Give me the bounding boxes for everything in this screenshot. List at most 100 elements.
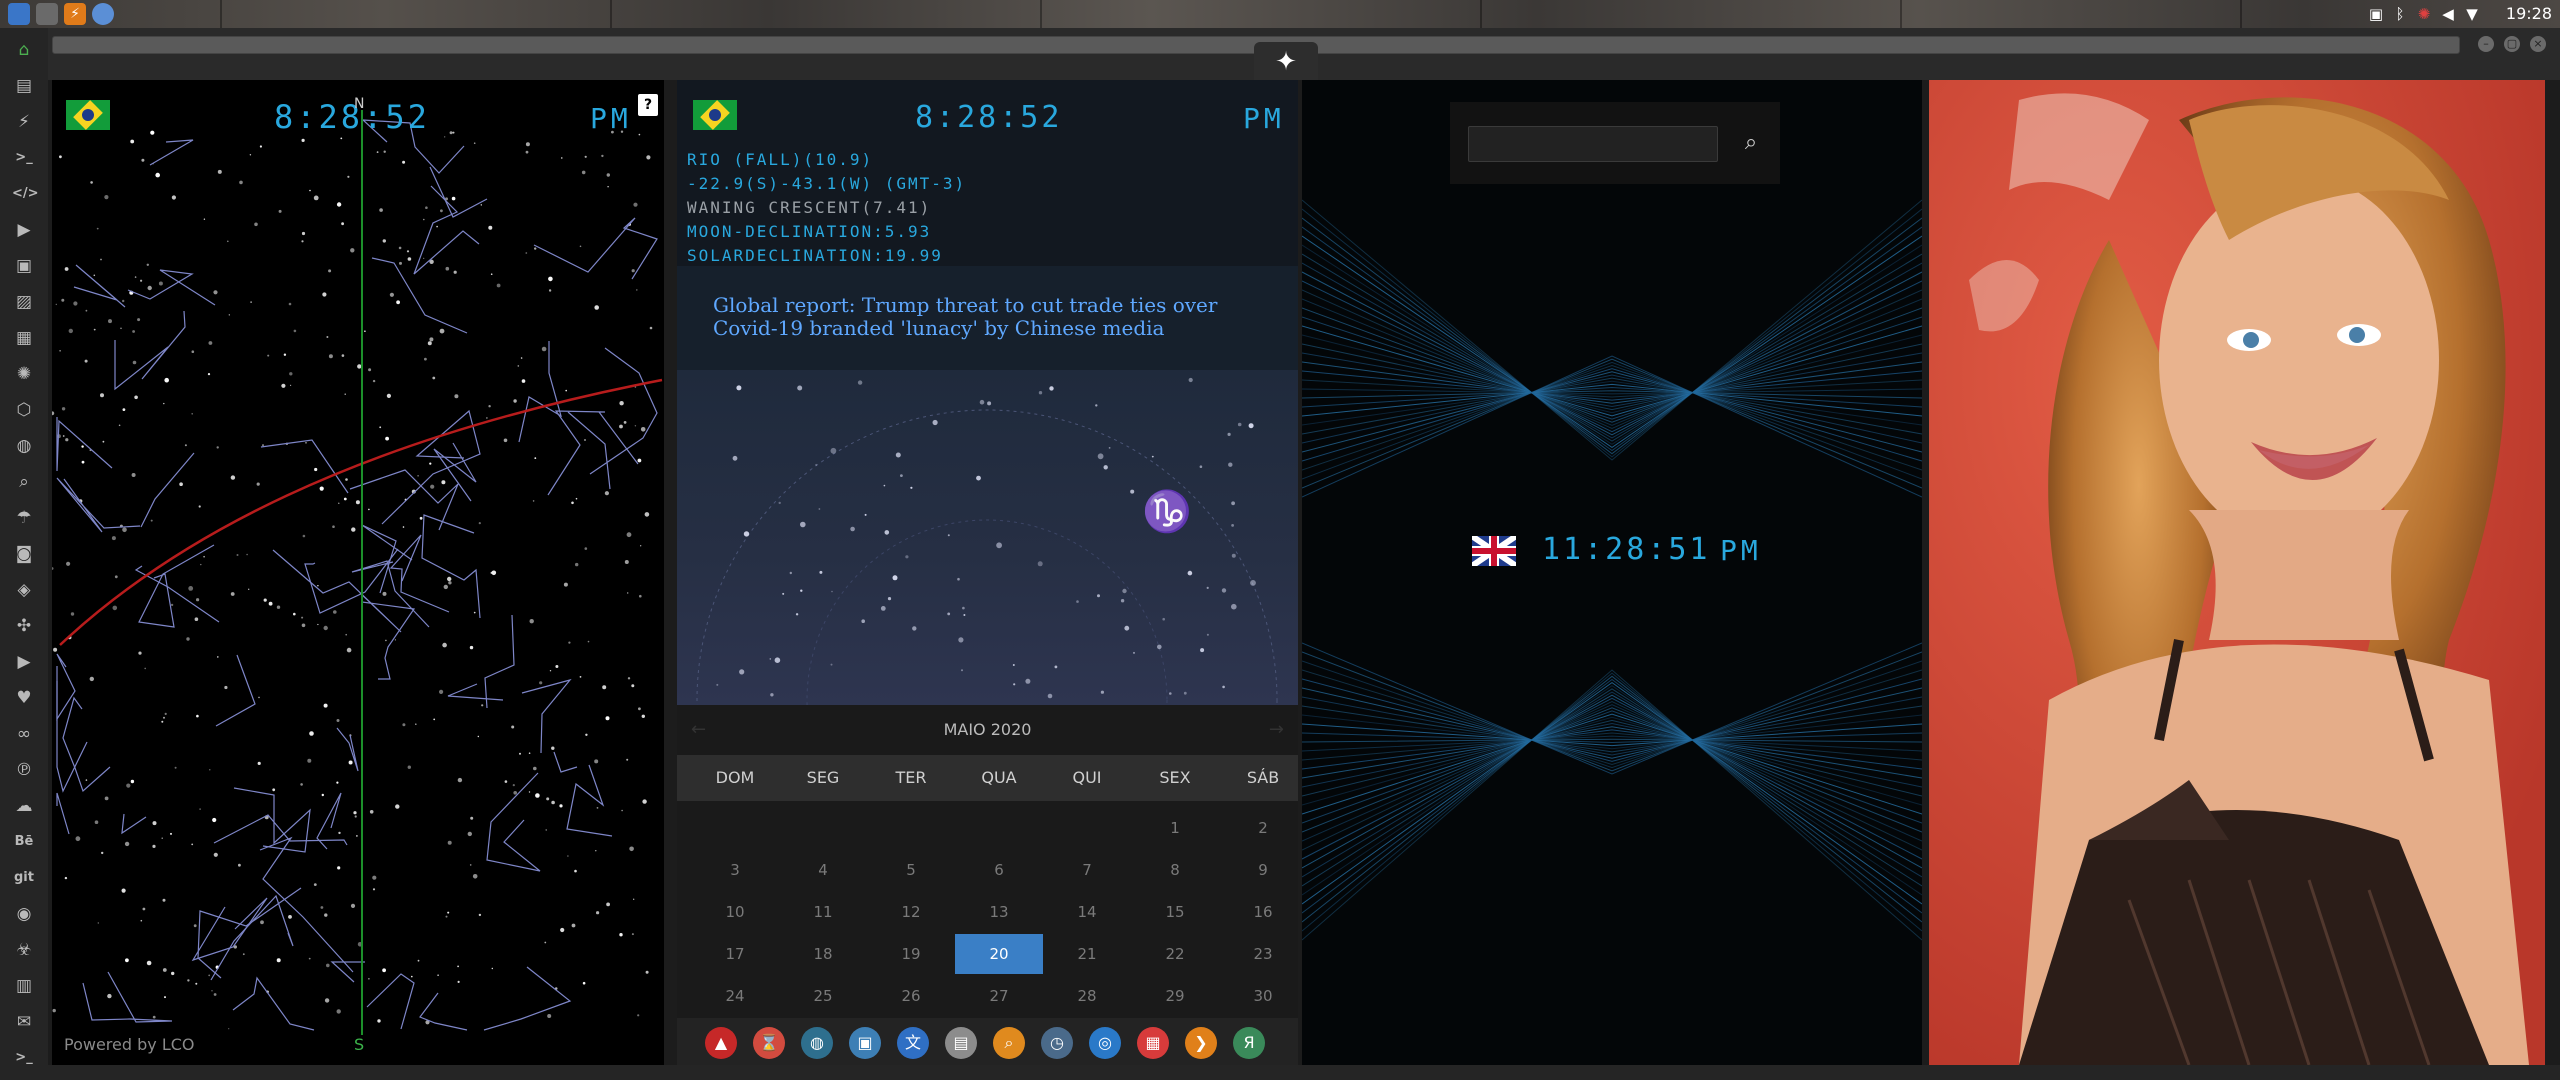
calendar-day[interactable]: 9	[1219, 850, 1298, 890]
arrow-app-icon[interactable]: ▲	[705, 1027, 737, 1059]
calendar-day[interactable]: 15	[1131, 892, 1219, 932]
calendar-day[interactable]: 27	[955, 976, 1043, 1016]
calendar-day[interactable]: 23	[1219, 934, 1298, 974]
launcher-terminal-icon[interactable]: >_	[12, 146, 36, 170]
hourglass-icon[interactable]: ⌛	[753, 1027, 785, 1059]
photo-app-icon[interactable]: ▣	[849, 1027, 881, 1059]
calendar-day[interactable]: 30	[1219, 976, 1298, 1016]
gear-icon[interactable]: ✺	[2414, 4, 2434, 24]
launcher-youtube-icon[interactable]: ▶	[12, 650, 36, 674]
calendar-day[interactable]: 12	[867, 892, 955, 932]
calendar-day[interactable]: 3	[691, 850, 779, 890]
launcher-search-icon[interactable]: ⌕	[12, 470, 36, 494]
launcher-tag-icon[interactable]: ◈	[12, 578, 36, 602]
launcher-image-icon[interactable]: ▨	[12, 290, 36, 314]
calendar-day[interactable]: 25	[779, 976, 867, 1016]
calendar-day[interactable]: 16	[1219, 892, 1298, 932]
translate-icon[interactable]: 文	[897, 1027, 929, 1059]
magnifier-app-icon[interactable]: ⌕	[993, 1027, 1025, 1059]
launcher-map-icon[interactable]: ▥	[12, 974, 36, 998]
launcher-cloud-icon[interactable]: ☁	[12, 794, 36, 818]
calendar-day[interactable]: 20	[955, 934, 1043, 974]
chrome-icon[interactable]	[92, 3, 114, 25]
launcher-home-icon[interactable]: ⌂	[12, 38, 36, 62]
calendar-day[interactable]: 11	[779, 892, 867, 932]
calendar-day[interactable]: 6	[955, 850, 1043, 890]
launcher-settings-icon[interactable]: ✺	[12, 362, 36, 386]
launcher-contacts-icon[interactable]: ◙	[12, 542, 36, 566]
powered-by-link[interactable]: Powered by LCO	[64, 1035, 195, 1054]
launcher-behance-icon[interactable]: Bē	[12, 830, 36, 854]
calendar-day[interactable]: 22	[1131, 934, 1219, 974]
system-clock[interactable]: 19:28	[2506, 4, 2552, 23]
search-input[interactable]	[1468, 126, 1718, 162]
news-app-icon[interactable]: ▤	[945, 1027, 977, 1059]
calendar-day[interactable]: 21	[1043, 934, 1131, 974]
calendar-prev-button[interactable]: ←	[691, 705, 706, 755]
news-headline-link[interactable]: Global report: Trump threat to cut trade…	[713, 294, 1273, 340]
calendar-day[interactable]: 5	[867, 850, 955, 890]
launcher-play-icon[interactable]: ▶	[12, 218, 36, 242]
search-box: ⌕	[1450, 102, 1780, 184]
minimize-button[interactable]: –	[2478, 36, 2494, 52]
volume-icon[interactable]: ◀	[2438, 4, 2458, 24]
launcher-heart-icon[interactable]: ♥	[12, 686, 36, 710]
calendar-app-icon[interactable]: ▦	[1137, 1027, 1169, 1059]
calendar-day[interactable]: 4	[779, 850, 867, 890]
calendar-day[interactable]: 1	[1131, 808, 1219, 848]
coordinates-line: -22.9(S)-43.1(W) (GMT-3)	[687, 174, 967, 193]
calendar-day[interactable]: 10	[691, 892, 779, 932]
help-button[interactable]: ?	[638, 94, 658, 116]
launcher-document-icon[interactable]: ▤	[12, 74, 36, 98]
launcher-hexagon-icon[interactable]: ⬡	[12, 398, 36, 422]
launcher-clipboard-icon[interactable]: ▣	[12, 254, 36, 278]
planet-icon[interactable]: ◍	[801, 1027, 833, 1059]
calendar-day[interactable]: 26	[867, 976, 955, 1016]
launcher-globe-icon[interactable]: ◍	[12, 434, 36, 458]
launcher-pinterest-icon[interactable]: ℗	[12, 758, 36, 782]
yandex-icon[interactable]: Я	[1233, 1027, 1265, 1059]
south-label: S	[354, 1035, 365, 1054]
play-app-icon[interactable]: ❯	[1185, 1027, 1217, 1059]
calendar-day[interactable]: 24	[691, 976, 779, 1016]
rebel-alliance-icon[interactable]: ✦	[1254, 42, 1318, 80]
calendar-day[interactable]: 14	[1043, 892, 1131, 932]
image-icon[interactable]: ▣	[2366, 4, 2386, 24]
calendar-day[interactable]: 19	[867, 934, 955, 974]
launcher-news-icon[interactable]: ▦	[12, 326, 36, 350]
launcher-bolt-icon[interactable]: ⚡	[12, 110, 36, 134]
launcher-infinity-icon[interactable]: ∞	[12, 722, 36, 746]
globe-app-icon[interactable]: ◎	[1089, 1027, 1121, 1059]
wood-grain	[220, 0, 222, 28]
calendar-day[interactable]: 29	[1131, 976, 1219, 1016]
calendar-day[interactable]: 7	[1043, 850, 1131, 890]
calendar-day[interactable]: 18	[779, 934, 867, 974]
launcher-mail-icon[interactable]: ✉	[12, 1010, 36, 1034]
launcher-biohazard-icon[interactable]: ☣	[12, 938, 36, 962]
calendar-day[interactable]: 17	[691, 934, 779, 974]
launcher-umbrella-icon[interactable]: ☂	[12, 506, 36, 530]
calendar-day[interactable]: 8	[1131, 850, 1219, 890]
search-icon[interactable]: ⌕	[1732, 124, 1770, 162]
wifi-icon[interactable]: ▼	[2462, 4, 2482, 24]
calendar-day[interactable]: 28	[1043, 976, 1131, 1016]
calendar-next-button[interactable]: →	[1269, 705, 1284, 755]
weekday-label: SEX	[1159, 768, 1191, 787]
window-icon[interactable]	[36, 3, 58, 25]
clock-app-icon[interactable]: ◷	[1041, 1027, 1073, 1059]
astro-clock-ampm: PM	[1243, 102, 1285, 135]
close-button[interactable]: ×	[2530, 36, 2546, 52]
launcher-github-icon[interactable]: ◉	[12, 902, 36, 926]
calendar-day[interactable]: 2	[1219, 808, 1298, 848]
files-icon[interactable]	[8, 3, 30, 25]
bolt-icon[interactable]: ⚡	[64, 3, 86, 25]
launcher-puzzle-icon[interactable]: ✣	[12, 614, 36, 638]
weekday-label: QUI	[1072, 768, 1102, 787]
launcher-git-icon[interactable]: git	[12, 866, 36, 890]
launcher-code-icon[interactable]: </>	[12, 182, 39, 206]
star-chart	[52, 119, 663, 1031]
bluetooth-icon[interactable]: ᛒ	[2390, 4, 2410, 24]
maximize-button[interactable]: ▢	[2504, 36, 2520, 52]
calendar-day[interactable]: 13	[955, 892, 1043, 932]
planisphere-map: ♑	[696, 377, 1278, 705]
